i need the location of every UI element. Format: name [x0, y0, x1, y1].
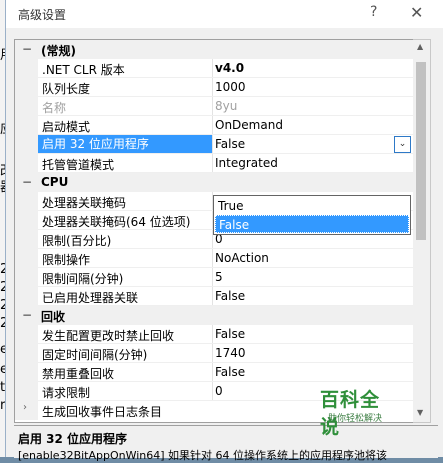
- property-row[interactable]: 禁用重叠回收 False: [15, 363, 414, 382]
- scroll-up-icon[interactable]: ▲: [417, 42, 423, 51]
- property-name: 名称: [42, 101, 67, 115]
- property-name: 启用 32 位应用程序: [38, 135, 212, 154]
- description-title: 启用 32 位应用程序: [18, 432, 128, 446]
- property-name: 固定时间间隔(分钟): [42, 348, 148, 362]
- collapse-minus-icon[interactable]: −: [22, 175, 32, 189]
- property-value-dropdown[interactable]: False: [215, 137, 245, 151]
- category-recycle[interactable]: − 回收: [15, 306, 414, 325]
- property-value[interactable]: 5: [215, 270, 223, 284]
- property-value: 8yu: [215, 99, 238, 113]
- help-icon[interactable]: ?: [370, 4, 377, 20]
- scroll-thumb[interactable]: [416, 62, 426, 240]
- description-text: [enable32BitAppOnWin64] 如果针对 64 位操作系统上的应…: [18, 449, 388, 462]
- collapse-minus-icon[interactable]: −: [22, 42, 32, 56]
- property-name: 生成回收事件日志条目: [42, 405, 163, 419]
- category-label: CPU: [41, 175, 69, 189]
- property-name: 队列长度: [42, 82, 91, 96]
- property-value[interactable]: False: [215, 365, 245, 379]
- property-value[interactable]: False: [215, 327, 245, 341]
- property-row[interactable]: 名称 8yu: [15, 97, 414, 116]
- category-cpu[interactable]: − CPU: [15, 173, 414, 192]
- property-row[interactable]: 队列长度 1000: [15, 78, 414, 97]
- title-bar: 高级设置 ? ✕: [6, 0, 443, 28]
- property-value[interactable]: 0: [215, 384, 223, 398]
- category-label: 回收: [41, 310, 66, 324]
- property-name: .NET CLR 版本: [42, 63, 125, 77]
- property-value[interactable]: Integrated: [215, 156, 278, 170]
- property-row[interactable]: 托管管道模式 Integrated: [15, 154, 414, 173]
- property-name: 处理器关联掩码: [42, 196, 127, 210]
- property-value[interactable]: NoAction: [215, 251, 269, 265]
- vertical-scrollbar[interactable]: ▲ ▼: [413, 39, 431, 423]
- property-row[interactable]: 已启用处理器关联 False: [15, 287, 414, 306]
- property-name: 限制操作: [42, 253, 91, 267]
- watermark-logo: 百科全说 助你轻松解决: [318, 385, 398, 438]
- dropdown-option-true[interactable]: True: [215, 197, 409, 215]
- property-value[interactable]: 1740: [215, 346, 246, 360]
- scroll-down-icon[interactable]: ▼: [417, 408, 423, 417]
- property-name: 已启用处理器关联: [42, 291, 139, 305]
- property-row[interactable]: 限制操作 NoAction: [15, 249, 414, 268]
- property-name: 托管管道模式: [42, 158, 115, 172]
- watermark-subtitle: 助你轻松解决: [328, 414, 383, 424]
- property-row[interactable]: 发生配置更改时禁止回收 False: [15, 325, 414, 344]
- property-name: 处理器关联掩码(64 位选项): [42, 215, 191, 229]
- dialog-title: 高级设置: [18, 8, 67, 22]
- property-value[interactable]: 1000: [215, 80, 246, 94]
- property-name: 限制(百分比): [42, 234, 112, 248]
- category-general[interactable]: − (常规): [15, 40, 414, 59]
- property-name: 限制间隔(分钟): [42, 272, 124, 286]
- expand-arrow-icon[interactable]: ›: [23, 402, 27, 413]
- property-name: 发生配置更改时禁止回收: [42, 329, 175, 343]
- boolean-dropdown-list[interactable]: True False: [213, 195, 411, 235]
- chevron-down-icon[interactable]: ⌄: [394, 136, 411, 153]
- property-name: 启动模式: [42, 120, 91, 134]
- property-name: 请求限制: [42, 386, 91, 400]
- category-label: (常规): [41, 44, 76, 58]
- property-row[interactable]: 限制间隔(分钟) 5: [15, 268, 414, 287]
- property-row[interactable]: 固定时间间隔(分钟) 1740: [15, 344, 414, 363]
- property-value[interactable]: v4.0: [215, 61, 244, 75]
- property-row-selected[interactable]: 启用 32 位应用程序 False ⌄: [15, 135, 414, 154]
- property-row[interactable]: .NET CLR 版本 v4.0: [15, 59, 414, 78]
- collapse-minus-icon[interactable]: −: [22, 308, 32, 322]
- property-name: 禁用重叠回收: [42, 367, 115, 381]
- property-row[interactable]: 启动模式 OnDemand: [15, 116, 414, 135]
- close-icon[interactable]: ✕: [410, 3, 423, 22]
- property-value[interactable]: OnDemand: [215, 118, 283, 132]
- dropdown-option-false[interactable]: False: [215, 215, 409, 233]
- property-value[interactable]: False: [215, 289, 245, 303]
